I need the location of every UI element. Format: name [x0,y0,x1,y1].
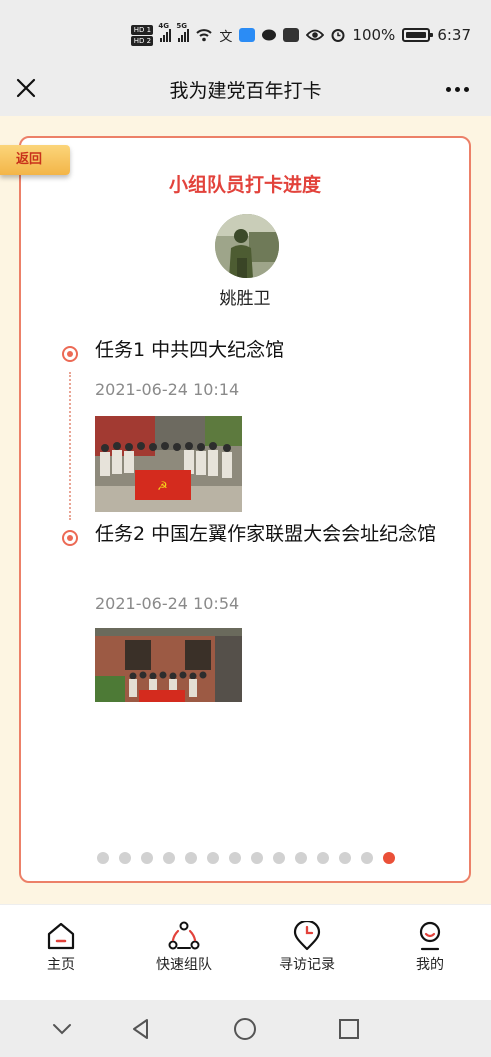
page-dot[interactable] [361,852,373,864]
signal-icon: 4G [158,22,172,42]
back-triangle-icon[interactable] [128,1016,154,1042]
net2-label: 5G [176,22,188,30]
timeline-dot-icon [62,346,78,362]
tab-home[interactable]: 主页 [11,921,111,974]
team-icon [168,921,200,950]
clock: 6:37 [437,26,471,44]
timeline-dot-icon [62,530,78,546]
alarm-icon [331,29,345,42]
timeline-line [69,372,71,520]
home-circle-icon[interactable] [232,1016,258,1042]
app-notification-icon [239,28,256,42]
profile-icon [419,921,441,951]
task-name: 任务2 中国左翼作家联盟大会会址纪念馆 [95,523,437,545]
hd1-badge: HD 1 [131,24,154,35]
battery-icon [402,28,434,42]
page-dot[interactable] [383,852,395,864]
page-dot[interactable] [185,852,197,864]
page-dot[interactable] [207,852,219,864]
eye-icon [306,29,325,41]
page-dot[interactable] [273,852,285,864]
chevron-down-icon[interactable] [49,1016,75,1042]
page-dot[interactable] [163,852,175,864]
task-time: 2021-06-24 10:54 [95,594,240,613]
net1-label: 4G [158,22,170,30]
app-notification-icon-2 [283,28,300,42]
task-photo[interactable]: ☭ [95,416,242,512]
member-name: 姚胜卫 [219,289,271,309]
page-dot[interactable] [97,852,109,864]
system-nav-bar [0,1000,491,1057]
page-indicator [97,852,395,864]
page-title: 我为建党百年打卡 [169,80,322,102]
task-name: 任务1 中共四大纪念馆 [95,339,285,361]
page-dot[interactable] [229,852,241,864]
battery-percent: 100% [352,26,396,44]
tab-visit-record[interactable]: 寻访记录 [257,921,357,974]
more-icon[interactable] [446,87,469,92]
hd2-badge: HD 2 [131,35,154,46]
tab-home-label: 主页 [47,957,75,973]
page-dot[interactable] [119,852,131,864]
nav-bar: 我为建党百年打卡 [0,62,491,116]
tab-profile[interactable]: 我的 [380,921,480,974]
svg-text:☭: ☭ [157,479,168,493]
recents-square-icon[interactable] [336,1016,362,1042]
page-dot[interactable] [317,852,329,864]
tab-visit-record-label: 寻访记录 [279,957,335,973]
content-area: 小组队员打卡进度 姚胜卫 任务1 中共四大纪念馆 2021-06-24 10:1… [0,116,491,904]
home-icon [47,922,75,950]
tab-bar: 主页 快速组队 寻访记录 我的 [0,904,491,1000]
task-photo[interactable] [95,628,242,702]
progress-card: 小组队员打卡进度 姚胜卫 任务1 中共四大纪念馆 2021-06-24 10:1… [19,136,471,883]
tab-profile-label: 我的 [416,957,444,973]
wifi-icon [196,29,213,42]
status-icons: HD 1 HD 2 4G 5G 文 100% 6:37 [131,22,471,46]
hd-indicators: HD 1 HD 2 [131,24,154,46]
avatar [215,214,279,278]
card-title: 小组队员打卡进度 [168,174,321,196]
translate-icon: 文 [219,29,233,45]
page-dot[interactable] [141,852,153,864]
page-dot[interactable] [251,852,263,864]
record-icon [293,921,321,951]
page-dot[interactable] [339,852,351,864]
page-dot[interactable] [295,852,307,864]
tab-quick-team[interactable]: 快速组队 [134,921,234,974]
status-bar: HD 1 HD 2 4G 5G 文 100% 6:37 [0,0,491,62]
tab-quick-team-label: 快速组队 [156,957,212,973]
task-time: 2021-06-24 10:14 [95,380,240,399]
back-button[interactable]: 返回 [0,145,70,175]
signal-icon-2: 5G [176,22,190,42]
message-icon [262,29,277,40]
